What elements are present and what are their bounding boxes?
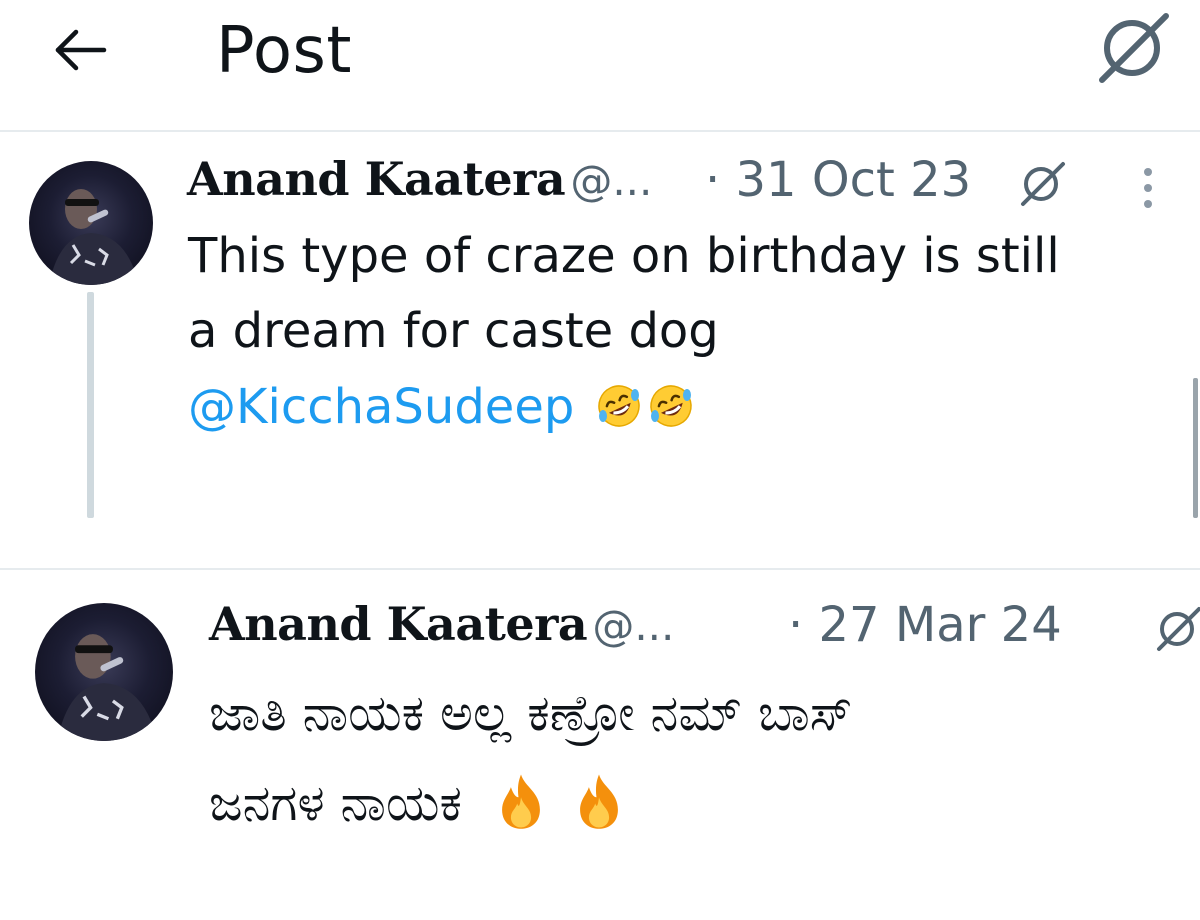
avatar-photo [49,189,139,285]
tweet-divider [0,568,1200,570]
grok-slash-icon [1021,162,1065,206]
avatar-photo [57,634,158,741]
tweet-text-line: @KicchaSudeep [188,370,694,445]
back-button[interactable] [48,24,112,88]
fire-emoji [492,772,550,830]
tweet-text-line: ಜನಗಳ ನಾಯಕ [209,766,628,841]
header-divider [0,130,1200,132]
fire-emoji [570,772,628,830]
page-title: Post [216,14,352,88]
post-screen: Post Anand Kaatera @... · 31 Oct 23 This… [0,0,1200,920]
mention-link[interactable]: @KicchaSudeep [188,379,574,435]
avatar[interactable] [29,161,153,285]
tweet-header: Anand Kaatera @... [187,152,652,206]
author-handle[interactable]: @... [570,156,652,205]
author-name[interactable]: Anand Kaatera [187,152,566,206]
author-name[interactable]: Anand Kaatera [209,597,588,651]
scrollbar[interactable] [1193,378,1198,518]
thread-line [87,292,94,518]
avatar[interactable] [35,603,173,741]
grok-slash-icon [1157,607,1200,651]
rolling-laughing-emoji [596,383,642,429]
grok-button[interactable] [1017,158,1067,208]
more-vertical-icon [1144,168,1152,208]
tweet-header: Anand Kaatera @... [209,597,674,651]
author-handle[interactable]: @... [592,601,674,650]
more-button[interactable] [1133,158,1163,218]
tweet-text-line: ಜಾತಿ ನಾಯಕ ಅಲ್ಲ ಕಣ್ರೋ ನಮ್ ಬಾಸ್ [209,684,853,742]
grok-slash-icon [1099,13,1169,83]
rolling-laughing-emoji [648,383,694,429]
tweet-date[interactable]: · 31 Oct 23 [705,152,971,208]
tweet-text-fragment: ಜನಗಳ ನಾಯಕ [209,774,462,832]
tweet-text-line: This type of craze on birthday is still [188,228,1060,284]
grok-button[interactable] [1153,603,1200,653]
tweet-date[interactable]: · 27 Mar 24 [788,597,1062,653]
grok-button[interactable] [1096,10,1172,86]
top-bar: Post [0,0,1200,130]
tweet-text-line: a dream for caste dog [188,303,719,359]
arrow-left-icon [55,29,107,71]
